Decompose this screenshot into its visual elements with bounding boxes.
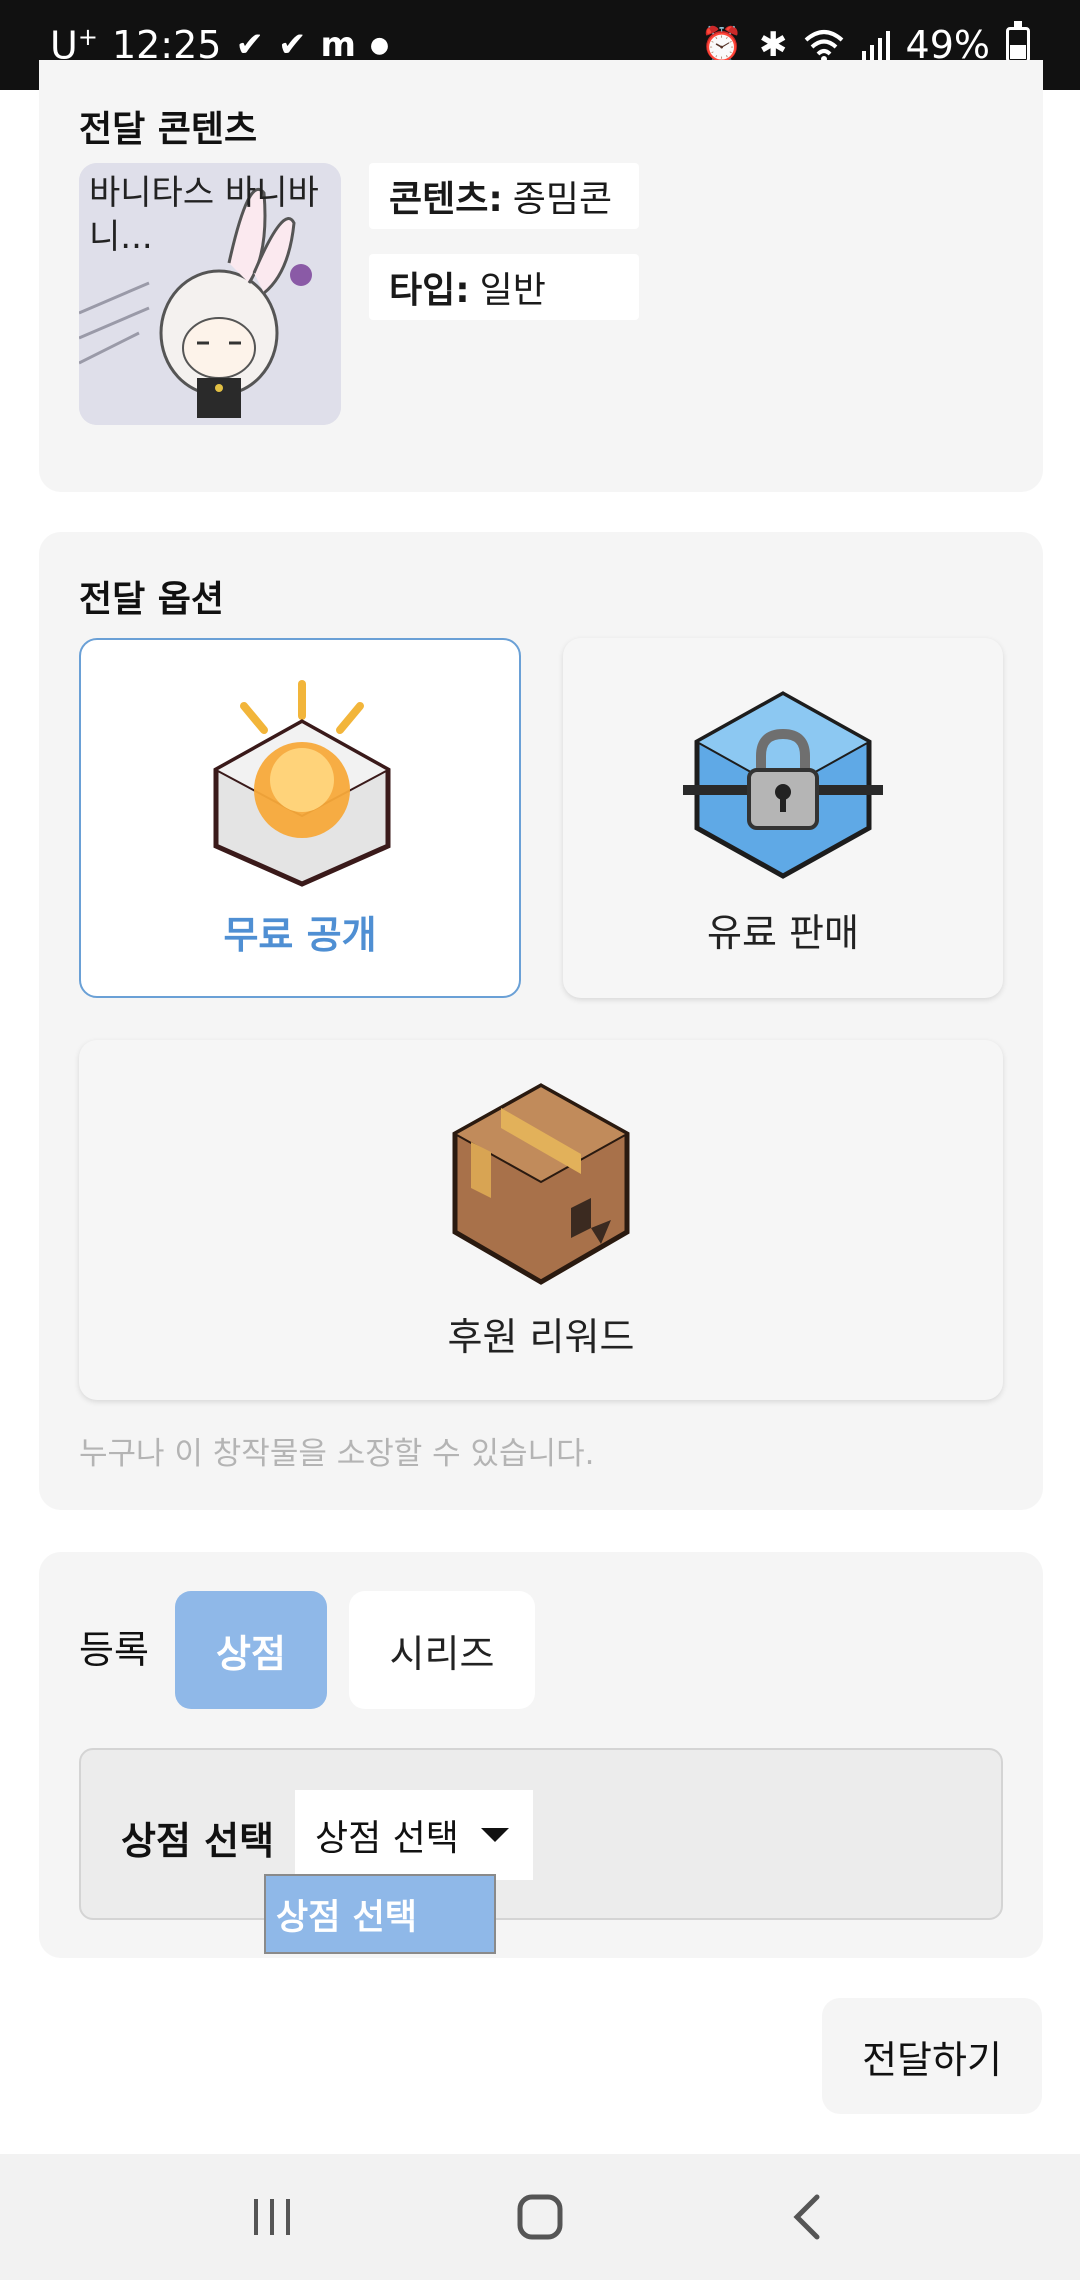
content-label: 콘텐츠: (389, 179, 503, 220)
home-icon[interactable] (490, 2177, 590, 2257)
dot-icon: ● (369, 32, 390, 58)
send-button[interactable]: 전달하기 (822, 1998, 1042, 2114)
content-name-chip: 콘텐츠: 종밈콘 (369, 163, 639, 229)
option-label: 무료 공개 (223, 913, 377, 957)
option-free-public[interactable]: 무료 공개 (79, 638, 521, 998)
option-description: 누구나 이 창작물을 소장할 수 있습니다. (79, 1436, 595, 1472)
dropdown-option-shop[interactable]: 상점 선택 (264, 1874, 496, 1954)
delivery-content-card: 전달 콘텐츠 바니타스 바니바니... 콘텐츠: 종밈콘 타입: 일반 (39, 60, 1043, 492)
register-label: 등록 (79, 1628, 149, 1672)
system-nav-bar (0, 2154, 1080, 2280)
messenger-icon: m (320, 25, 356, 65)
sun-box-icon (213, 680, 391, 887)
section-title-options: 전달 옵션 (79, 579, 225, 620)
signal-icon (861, 31, 890, 61)
check-icon: ✔ (277, 25, 307, 65)
recent-apps-icon[interactable] (223, 2177, 323, 2257)
back-icon[interactable] (757, 2177, 857, 2257)
type-label: 타입: (389, 270, 470, 311)
chevron-down-icon (480, 1828, 509, 1842)
package-box-icon (452, 1083, 630, 1285)
shop-select-box: 상점 선택 상점 선택 (79, 1748, 1003, 1920)
battery-icon (1006, 21, 1030, 63)
section-title-content: 전달 콘텐츠 (79, 109, 258, 150)
tab-shop[interactable]: 상점 (175, 1591, 327, 1709)
option-paid-sale[interactable]: 유료 판매 (563, 638, 1003, 998)
alarm-icon: ⏰ (700, 25, 744, 65)
option-sponsor-reward[interactable]: 후원 리워드 (79, 1040, 1003, 1400)
shop-select-dropdown[interactable]: 상점 선택 (295, 1790, 533, 1880)
locked-box-icon (683, 691, 883, 879)
wifi-icon (804, 30, 843, 62)
delivery-options-card: 전달 옵션 무료 공개 유료 판매 후원 리워드 누구나 이 창작물을 소장할 … (39, 532, 1043, 1510)
option-label: 유료 판매 (707, 911, 859, 955)
shop-select-label: 상점 선택 (121, 1819, 275, 1863)
content-type-chip: 타입: 일반 (369, 254, 639, 320)
option-label: 후원 리워드 (447, 1315, 635, 1359)
register-card: 등록 상점 시리즈 상점 선택 상점 선택 (39, 1552, 1043, 1958)
bluetooth-icon: ✱ (759, 25, 788, 65)
thumbnail-caption: 바니타스 바니바니... (89, 173, 319, 257)
content-value: 종밈콘 (512, 179, 613, 220)
check-icon: ✔ (235, 25, 264, 65)
shop-select-value: 상점 선택 (315, 1818, 459, 1859)
type-value: 일반 (479, 270, 546, 311)
content-thumbnail: 바니타스 바니바니... (79, 163, 341, 425)
tab-series[interactable]: 시리즈 (349, 1591, 535, 1709)
